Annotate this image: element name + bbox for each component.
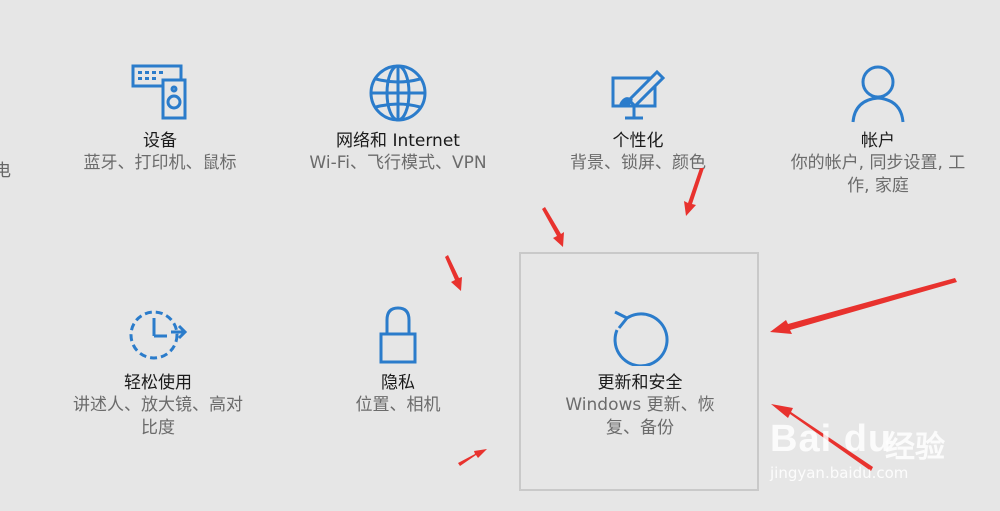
- arrow-annotation: [445, 255, 462, 291]
- arrow-annotation: [770, 278, 957, 334]
- baidu-jingyan-watermark: Bai du 经验 jingyan.baidu.com: [770, 400, 960, 490]
- watermark-title: 经验: [885, 430, 945, 465]
- watermark-url: jingyan.baidu.com: [770, 464, 909, 482]
- arrow-annotation: [458, 449, 487, 466]
- arrow-annotation: [542, 207, 564, 247]
- watermark-logo: Bai du: [770, 418, 893, 460]
- arrow-annotation: [684, 168, 704, 216]
